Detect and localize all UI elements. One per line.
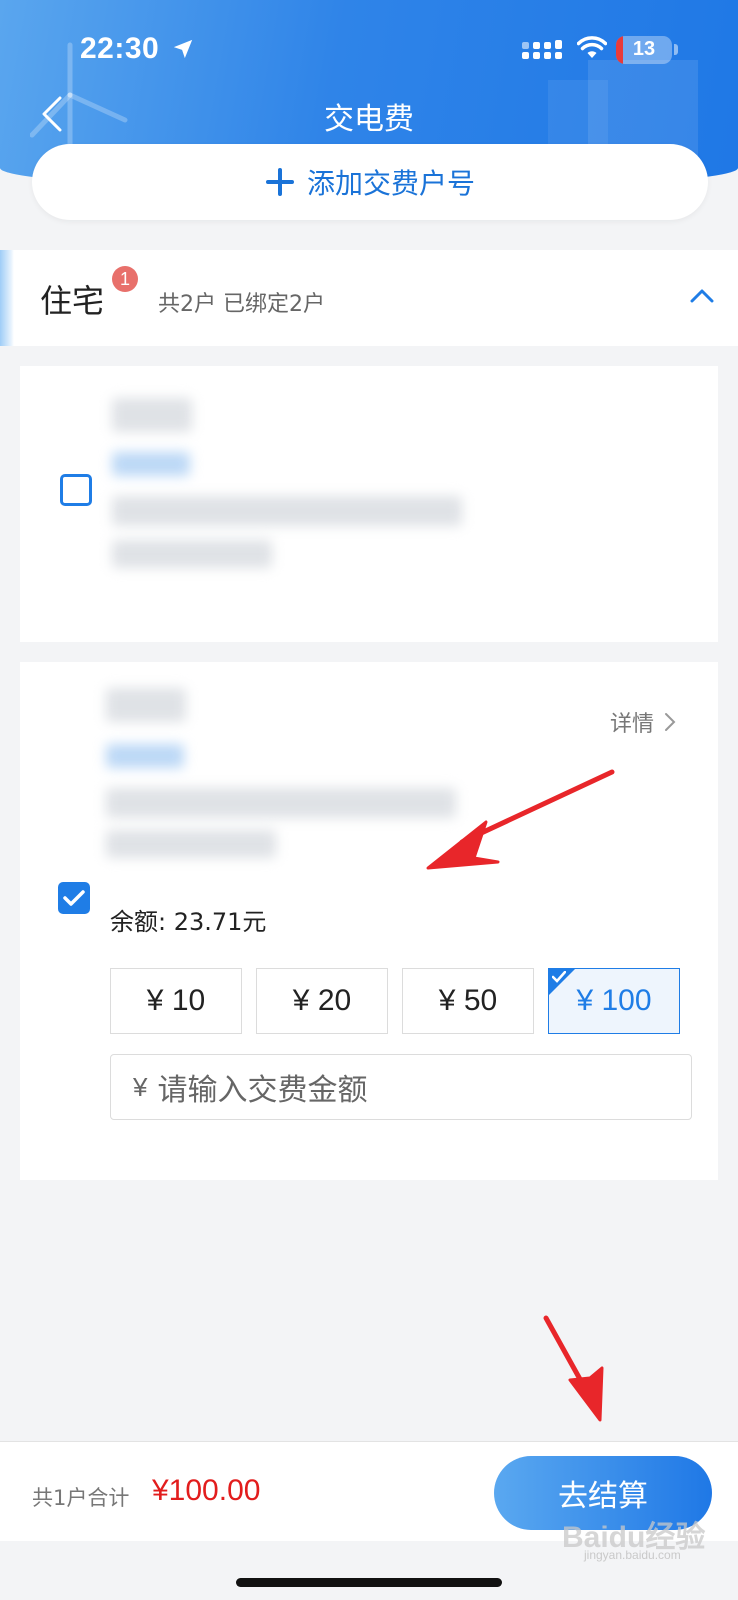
status-time: 22:30 <box>80 32 160 65</box>
total-summary-label: 共1户合计 <box>32 1486 130 1510</box>
checkmark-icon <box>552 971 566 983</box>
redacted-account-name <box>106 688 186 722</box>
plus-icon <box>265 168 294 196</box>
red-arrow-annotation <box>543 1315 604 1422</box>
balance-text: 余额: 23.71元 <box>110 908 267 936</box>
checkout-label: 去结算 <box>558 1479 648 1514</box>
detail-label: 详情 <box>609 712 654 737</box>
amount-option-label: ¥ 50 <box>438 984 498 1017</box>
amount-option-10[interactable]: ¥ 10 <box>110 968 242 1034</box>
cellular-signal-icon <box>522 40 562 59</box>
detail-link[interactable]: 详情 <box>610 706 676 738</box>
amount-option-label: ¥ 10 <box>146 984 206 1017</box>
redacted-account-address <box>112 496 462 526</box>
wifi-icon <box>577 36 607 58</box>
battery-indicator: 13 <box>616 36 672 64</box>
page-title: 交电费 <box>324 102 414 137</box>
group-title: 住宅 <box>40 282 105 320</box>
battery-tip <box>674 44 678 55</box>
custom-amount-placeholder: 请输入交费金额 <box>157 1073 368 1108</box>
custom-amount-input[interactable]: ¥ 请输入交费金额 <box>110 1054 692 1120</box>
status-bar: 22:30 13 <box>0 28 738 72</box>
battery-percentage: 13 <box>632 38 656 60</box>
add-account-label: 添加交费户号 <box>306 167 475 200</box>
account-card[interactable] <box>20 366 718 642</box>
group-summary: 共2户 已绑定2户 <box>158 292 325 317</box>
amount-option-100[interactable]: ¥ 100 <box>548 968 680 1034</box>
home-indicator[interactable] <box>236 1578 502 1587</box>
amount-option-20[interactable]: ¥ 20 <box>256 968 388 1034</box>
account-select-checkbox[interactable] <box>58 882 90 914</box>
redacted-account-tag <box>106 744 184 768</box>
add-account-button[interactable]: 添加交费户号 <box>32 144 708 220</box>
chevron-right-icon <box>665 713 676 731</box>
redacted-account-name <box>112 398 192 432</box>
checkmark-icon <box>63 890 85 906</box>
account-card[interactable]: 详情 余额: 23.71元 ¥ 10 ¥ 20 ¥ 50 ¥ 100 ¥ 请输入… <box>20 662 718 1180</box>
group-count-badge: 1 <box>112 266 138 292</box>
currency-symbol: ¥ <box>133 1071 148 1102</box>
group-accent-bar <box>0 250 14 346</box>
watermark-url: jingyan.baidu.com <box>584 1548 681 1562</box>
group-header-residential[interactable]: 住宅 1 共2户 已绑定2户 <box>0 250 738 346</box>
amount-option-label: ¥ 20 <box>292 984 352 1017</box>
amount-option-label: ¥ 100 <box>576 984 652 1017</box>
chevron-up-icon[interactable] <box>690 286 714 304</box>
redacted-account-address <box>106 788 456 818</box>
location-arrow-icon <box>173 39 193 59</box>
redacted-account-number <box>112 540 272 568</box>
amount-option-50[interactable]: ¥ 50 <box>402 968 534 1034</box>
account-select-checkbox[interactable] <box>60 474 92 506</box>
total-amount: ¥100.00 <box>152 1474 261 1507</box>
redacted-account-number <box>106 830 276 858</box>
redacted-account-tag <box>112 452 190 476</box>
